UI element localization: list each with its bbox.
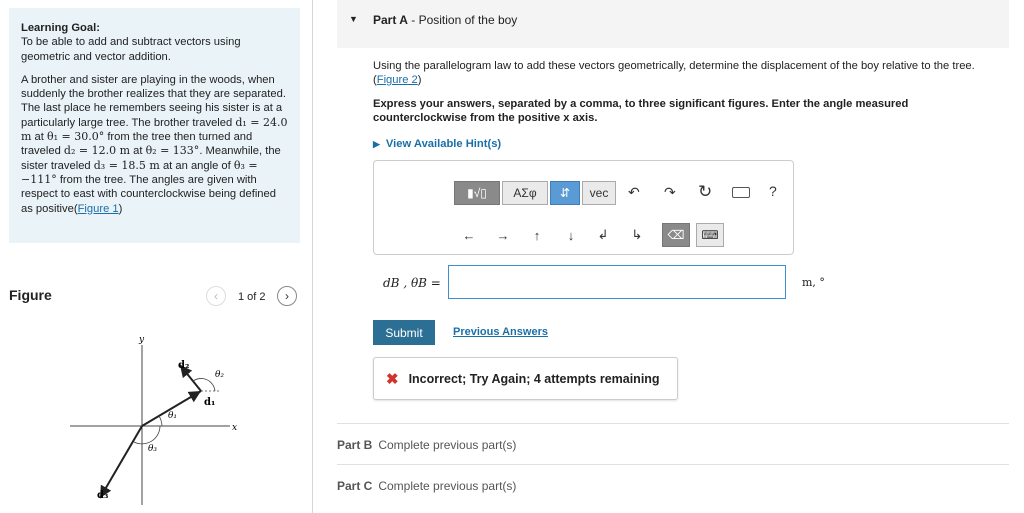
chevron-left-icon[interactable]: ‹ bbox=[206, 286, 226, 306]
theta1-label: θ₁ bbox=[168, 411, 177, 421]
learning-goal-text: To be able to add and subtract vectors u… bbox=[21, 36, 241, 63]
answer-format-note: Express your answers, separated by a com… bbox=[373, 98, 909, 124]
view-hints-toggle[interactable]: ▶ View Available Hint(s) bbox=[373, 138, 501, 150]
part-a-title: Part A - Position of the boy bbox=[373, 13, 518, 27]
undo-icon[interactable]: ↶ bbox=[628, 184, 640, 201]
d3-label: d₃ bbox=[97, 490, 108, 501]
submit-button[interactable]: Submit bbox=[373, 320, 435, 345]
error-x-icon: ✖ bbox=[386, 370, 399, 388]
templates-icon[interactable]: ▮√▯ bbox=[454, 181, 500, 205]
vector-d3 bbox=[99, 425, 143, 499]
x-axis-label: x bbox=[232, 423, 237, 433]
answer-units: m, ° bbox=[802, 276, 825, 289]
reset-icon[interactable]: ↻ bbox=[698, 182, 712, 202]
part-a-instruction: Using the parallelogram law to add these… bbox=[373, 60, 975, 86]
keyboard-toggle-icon[interactable]: ⌨ bbox=[696, 223, 724, 247]
d2-label: d₂ bbox=[178, 360, 189, 371]
arrow-up-button[interactable]: ↑ bbox=[522, 223, 552, 247]
arrow-left-button[interactable]: ← bbox=[454, 223, 484, 247]
theta2-label: θ₂ bbox=[215, 370, 224, 380]
help-icon[interactable]: ? bbox=[769, 183, 777, 199]
figure-2-link[interactable]: Figure 2 bbox=[377, 74, 418, 86]
learning-goal-box: Learning Goal: To be able to add and sub… bbox=[9, 8, 300, 243]
figure-header: Figure ‹ 1 of 2 › bbox=[9, 285, 304, 307]
part-b-row: Part B Complete previous part(s) bbox=[337, 438, 517, 452]
problem-statement: A brother and sister are playing in the … bbox=[21, 73, 288, 215]
figure-1-link[interactable]: Figure 1 bbox=[78, 203, 119, 215]
arrow-down-button[interactable]: ↓ bbox=[556, 223, 586, 247]
vector-diagram: y x d₂ θ₂ d₁ θ₁ θ₃ d₃ bbox=[70, 335, 237, 505]
redo-icon[interactable]: ↷ bbox=[664, 184, 676, 201]
enter-button[interactable]: ↲ bbox=[588, 223, 618, 247]
chevron-right-icon[interactable]: › bbox=[277, 286, 297, 306]
theta1-arc bbox=[158, 415, 163, 427]
learning-goal-title: Learning Goal: bbox=[21, 22, 100, 34]
vec-button[interactable]: vec bbox=[582, 181, 616, 205]
figure-title: Figure bbox=[9, 287, 52, 303]
arrow-right-button[interactable]: → bbox=[488, 223, 518, 247]
answer-input[interactable] bbox=[448, 265, 786, 299]
panel-divider bbox=[312, 0, 313, 513]
greek-letters-button[interactable]: ΑΣφ bbox=[502, 181, 548, 205]
feedback-text: Incorrect; Try Again; 4 attempts remaini… bbox=[408, 371, 660, 386]
keyboard-icon[interactable] bbox=[732, 187, 750, 198]
arrows-button[interactable]: ⇵ bbox=[550, 181, 580, 205]
y-axis-label: y bbox=[138, 335, 145, 345]
part-c-row: Part C Complete previous part(s) bbox=[337, 479, 517, 493]
figure-counter: 1 of 2 bbox=[238, 291, 266, 303]
divider bbox=[337, 464, 1009, 465]
feedback-box: ✖ Incorrect; Try Again; 4 attempts remai… bbox=[373, 357, 678, 400]
theta3-label: θ₃ bbox=[148, 444, 157, 454]
divider bbox=[337, 423, 1009, 424]
backspace-icon[interactable]: ⌫ bbox=[662, 223, 690, 247]
previous-answers-link[interactable]: Previous Answers bbox=[453, 326, 548, 338]
caret-right-icon: ▶ bbox=[373, 139, 380, 149]
answer-label: dB , θB = bbox=[383, 276, 441, 290]
d1-label: d₁ bbox=[204, 397, 215, 408]
collapse-triangle-icon[interactable]: ▼ bbox=[349, 14, 358, 24]
exit-button[interactable]: ↳ bbox=[622, 223, 652, 247]
math-editor: ▮√▯ ΑΣφ ⇵ vec ↶ ↷ ↻ ? ← → ↑ ↓ ↲ ↳ ⌫ ⌨ bbox=[373, 160, 794, 255]
